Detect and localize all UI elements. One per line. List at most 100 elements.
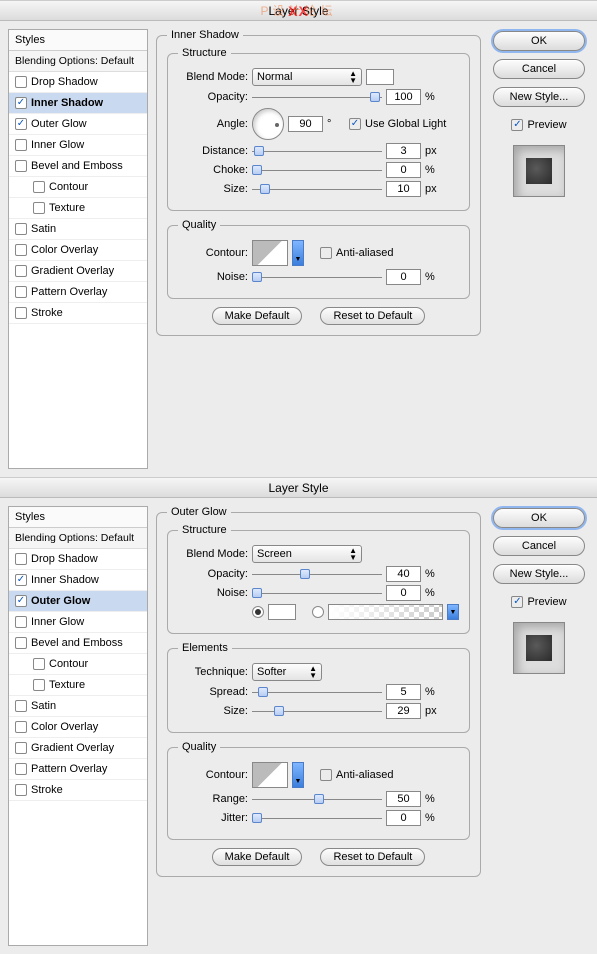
style-checkbox[interactable] [15, 97, 27, 109]
style-checkbox[interactable] [33, 658, 45, 670]
jitter-field[interactable]: 0 [386, 810, 421, 826]
style-checkbox[interactable] [15, 742, 27, 754]
range-field[interactable]: 50 [386, 791, 421, 807]
contour-picker[interactable] [252, 762, 288, 788]
make-default-button[interactable]: Make Default [212, 848, 303, 866]
style-item[interactable]: Stroke [9, 303, 147, 324]
style-item[interactable]: Drop Shadow [9, 549, 147, 570]
style-checkbox[interactable] [15, 244, 27, 256]
contour-dropdown-icon[interactable]: ▼ [292, 240, 304, 266]
gradient-picker[interactable] [328, 604, 443, 620]
style-item[interactable]: Gradient Overlay [9, 261, 147, 282]
styles-header[interactable]: Styles [9, 30, 147, 51]
style-checkbox[interactable] [15, 76, 27, 88]
contour-dropdown-icon[interactable]: ▼ [292, 762, 304, 788]
blend-mode-dropdown[interactable]: Screen ▲▼ [252, 545, 362, 563]
jitter-slider[interactable] [252, 811, 382, 825]
style-item[interactable]: Outer Glow [9, 591, 147, 612]
style-checkbox[interactable] [15, 139, 27, 151]
style-checkbox[interactable] [15, 286, 27, 298]
choke-slider[interactable] [252, 163, 382, 177]
gradient-radio[interactable] [312, 606, 324, 618]
make-default-button[interactable]: Make Default [212, 307, 303, 325]
ok-button[interactable]: OK [493, 31, 585, 51]
style-item[interactable]: Stroke [9, 780, 147, 801]
style-checkbox[interactable] [15, 118, 27, 130]
use-global-light-checkbox[interactable] [349, 118, 361, 130]
anti-aliased-checkbox[interactable] [320, 247, 332, 259]
style-checkbox[interactable] [15, 553, 27, 565]
glow-color-swatch[interactable] [268, 604, 296, 620]
style-item[interactable]: Contour [9, 654, 147, 675]
spread-slider[interactable] [252, 685, 382, 699]
blend-mode-dropdown[interactable]: Normal ▲▼ [252, 68, 362, 86]
style-checkbox[interactable] [15, 637, 27, 649]
cancel-button[interactable]: Cancel [493, 536, 585, 556]
style-item[interactable]: Color Overlay [9, 717, 147, 738]
ok-button[interactable]: OK [493, 508, 585, 528]
style-checkbox[interactable] [15, 223, 27, 235]
color-swatch[interactable] [366, 69, 394, 85]
style-checkbox[interactable] [15, 763, 27, 775]
opacity-slider[interactable] [252, 90, 382, 104]
style-checkbox[interactable] [15, 700, 27, 712]
style-checkbox[interactable] [15, 160, 27, 172]
style-checkbox[interactable] [15, 574, 27, 586]
blending-options[interactable]: Blending Options: Default [9, 528, 147, 549]
style-item[interactable]: Color Overlay [9, 240, 147, 261]
style-item[interactable]: Texture [9, 675, 147, 696]
style-checkbox[interactable] [15, 616, 27, 628]
size-field[interactable]: 10 [386, 181, 421, 197]
style-checkbox[interactable] [15, 784, 27, 796]
style-item[interactable]: Gradient Overlay [9, 738, 147, 759]
style-item[interactable]: Bevel and Emboss [9, 156, 147, 177]
angle-field[interactable]: 90 [288, 116, 323, 132]
gradient-dropdown-icon[interactable]: ▼ [447, 604, 459, 620]
new-style-button[interactable]: New Style... [493, 87, 585, 107]
new-style-button[interactable]: New Style... [493, 564, 585, 584]
angle-wheel[interactable] [252, 108, 284, 140]
range-slider[interactable] [252, 792, 382, 806]
contour-picker[interactable] [252, 240, 288, 266]
style-checkbox[interactable] [15, 265, 27, 277]
technique-dropdown[interactable]: Softer ▲▼ [252, 663, 322, 681]
color-radio[interactable] [252, 606, 264, 618]
opacity-field[interactable]: 40 [386, 566, 421, 582]
style-checkbox[interactable] [15, 307, 27, 319]
preview-checkbox[interactable] [511, 596, 523, 608]
preview-checkbox[interactable] [511, 119, 523, 131]
opacity-field[interactable]: 100 [386, 89, 421, 105]
noise-slider[interactable] [252, 586, 382, 600]
noise-slider[interactable] [252, 270, 382, 284]
distance-slider[interactable] [252, 144, 382, 158]
style-item[interactable]: Drop Shadow [9, 72, 147, 93]
style-item[interactable]: Pattern Overlay [9, 759, 147, 780]
style-item[interactable]: Satin [9, 696, 147, 717]
style-checkbox[interactable] [15, 595, 27, 607]
size-slider[interactable] [252, 182, 382, 196]
anti-aliased-checkbox[interactable] [320, 769, 332, 781]
reset-default-button[interactable]: Reset to Default [320, 848, 425, 866]
style-item[interactable]: Satin [9, 219, 147, 240]
style-checkbox[interactable] [33, 181, 45, 193]
noise-field[interactable]: 0 [386, 585, 421, 601]
size-slider[interactable] [252, 704, 382, 718]
size-field[interactable]: 29 [386, 703, 421, 719]
style-item[interactable]: Pattern Overlay [9, 282, 147, 303]
styles-header[interactable]: Styles [9, 507, 147, 528]
style-item[interactable]: Contour [9, 177, 147, 198]
style-item[interactable]: Inner Shadow [9, 570, 147, 591]
noise-field[interactable]: 0 [386, 269, 421, 285]
cancel-button[interactable]: Cancel [493, 59, 585, 79]
style-checkbox[interactable] [33, 679, 45, 691]
reset-default-button[interactable]: Reset to Default [320, 307, 425, 325]
style-item[interactable]: Inner Shadow [9, 93, 147, 114]
style-item[interactable]: Inner Glow [9, 135, 147, 156]
style-item[interactable]: Bevel and Emboss [9, 633, 147, 654]
style-checkbox[interactable] [15, 721, 27, 733]
opacity-slider[interactable] [252, 567, 382, 581]
distance-field[interactable]: 3 [386, 143, 421, 159]
blending-options[interactable]: Blending Options: Default [9, 51, 147, 72]
style-item[interactable]: Texture [9, 198, 147, 219]
style-item[interactable]: Inner Glow [9, 612, 147, 633]
